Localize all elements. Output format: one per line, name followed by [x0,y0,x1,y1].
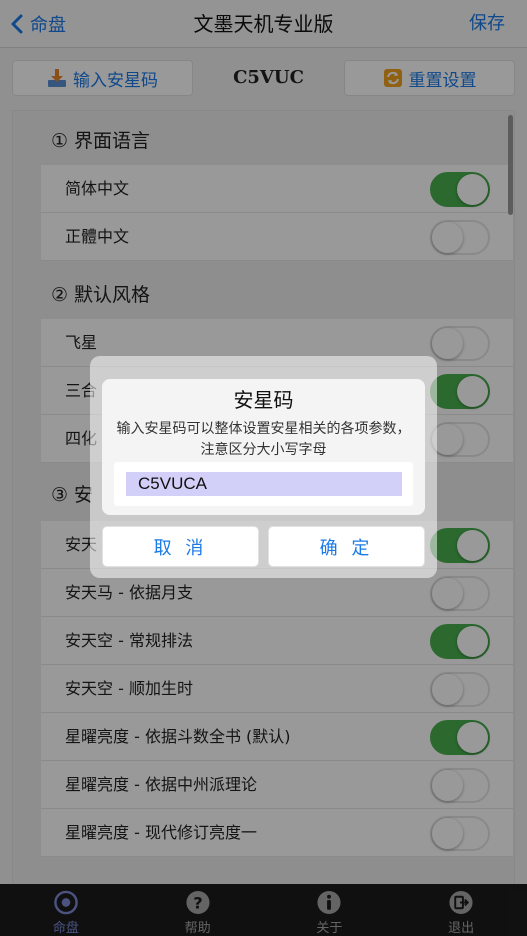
dialog-message: 输入安星码可以整体设置安星相关的各项参数，注意区分大小写字母 [116,421,411,458]
confirm-button[interactable]: 确 定 [268,526,425,567]
star-code-input[interactable] [126,472,402,496]
cancel-button[interactable]: 取 消 [102,526,259,567]
dialog-title: 安星码 [233,388,294,412]
star-code-dialog: 安星码 输入安星码可以整体设置安星相关的各项参数，注意区分大小写字母 [102,379,425,515]
dialog-input-container [114,462,413,506]
